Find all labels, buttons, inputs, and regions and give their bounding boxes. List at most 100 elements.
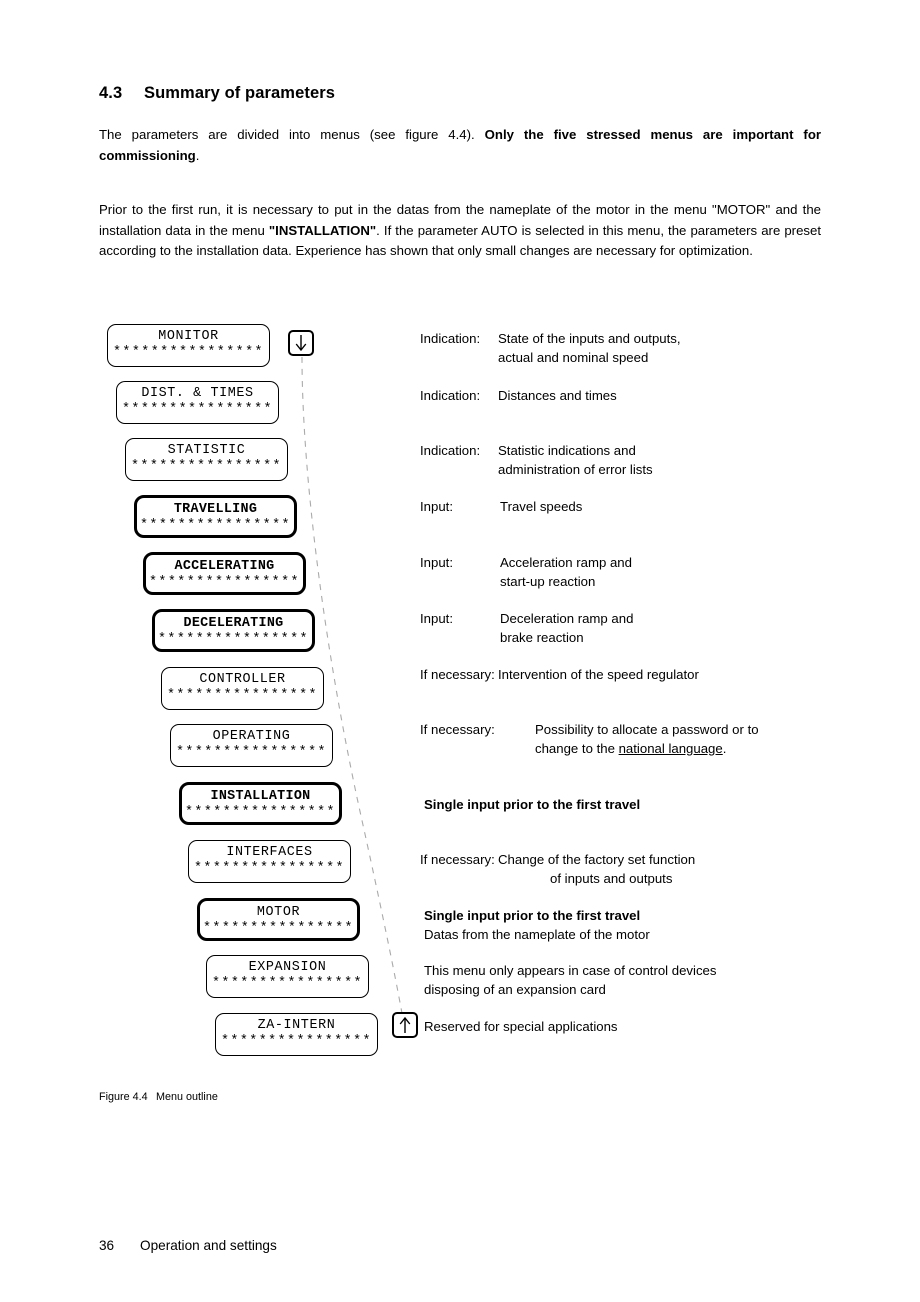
description-label: Indication:: [420, 331, 481, 346]
description-text: Distances and times: [498, 386, 617, 405]
menu-box-label: DIST. & TIMES: [141, 386, 254, 401]
menu-box-za-intern[interactable]: ZA-INTERN ****************: [215, 1013, 378, 1056]
description-line-1: Change of the factory set function: [498, 852, 696, 867]
description-text: Acceleration ramp and start-up reaction: [500, 553, 632, 591]
menu-box-stars: ****************: [113, 345, 264, 360]
para1-part-c: .: [195, 147, 200, 163]
menu-box-label: ACCELERATING: [174, 559, 275, 574]
intro-paragraph-2: Prior to the first run, it is necessary …: [99, 200, 821, 262]
description-line-1: This menu only appears in case of contro…: [424, 963, 717, 978]
description-row: Reserved for special applications: [424, 1017, 618, 1036]
menu-box-operating[interactable]: OPERATING ****************: [170, 724, 333, 767]
figure-caption-text: Menu outline: [156, 1091, 218, 1103]
menu-box-stars: ****************: [131, 459, 282, 474]
menu-box-monitor[interactable]: MONITOR ****************: [107, 324, 270, 367]
description-line-1: Possibility to allocate a password or to: [535, 722, 759, 737]
menu-box-stars: ****************: [122, 402, 273, 417]
description-line-1: Travel speeds: [500, 499, 583, 514]
description-row: Single input prior to the first travel: [424, 795, 640, 814]
menu-box-stars: ****************: [212, 976, 363, 991]
arrow-down-icon: [288, 330, 314, 356]
menu-box-stars: ****************: [167, 688, 318, 703]
menu-box-label: ZA-INTERN: [257, 1018, 336, 1033]
description-line-2: disposing of an expansion card: [424, 982, 606, 997]
figure-menu-outline: MONITOR **************** DIST. & TIMES ***…: [0, 0, 920, 1302]
description-row: Input: Deceleration ramp and brake reactio…: [420, 609, 633, 647]
description-line-2: Datas from the nameplate of the motor: [424, 927, 650, 942]
description-line-2: administration of error lists: [498, 462, 653, 477]
description-row: If necessary: Possibility to allocate a p…: [420, 720, 759, 758]
description-text: Travel speeds: [500, 497, 582, 516]
description-text: Reserved for special applications: [424, 1017, 618, 1036]
menu-box-label: OPERATING: [212, 729, 291, 744]
menu-box-expansion[interactable]: EXPANSION ****************: [206, 955, 369, 998]
description-line-1: Single input prior to the first travel: [424, 908, 641, 923]
description-line-2: change to the national language.: [535, 739, 759, 758]
menu-box-stars: ****************: [149, 575, 300, 590]
menu-box-stars: ****************: [176, 745, 327, 760]
description-line-1: Reserved for special applications: [424, 1019, 618, 1034]
menu-box-motor[interactable]: MOTOR ****************: [197, 898, 360, 941]
description-label: If necessary:: [420, 852, 495, 867]
menu-box-label: DECELERATING: [183, 616, 284, 631]
description-row: If necessary: Intervention of the speed r…: [420, 665, 699, 684]
arrow-up-icon: [392, 1012, 418, 1038]
menu-box-label: INTERFACES: [226, 845, 313, 860]
description-line-2-post: .: [722, 741, 727, 756]
menu-box-label: EXPANSION: [248, 960, 327, 975]
description-label: Input:: [420, 611, 453, 626]
menu-box-controller[interactable]: CONTROLLER ****************: [161, 667, 324, 710]
description-row: Input: Travel speeds: [420, 497, 582, 516]
description-line-1: Single input prior to the first travel: [424, 797, 641, 812]
description-line-1: Deceleration ramp and: [500, 611, 634, 626]
national-language-link[interactable]: national language: [619, 741, 723, 756]
description-text: Change of the factory set function of inp…: [498, 850, 695, 888]
menu-box-stars: ****************: [140, 518, 291, 533]
menu-box-travelling[interactable]: TRAVELLING ****************: [134, 495, 297, 538]
menu-box-label: MOTOR: [256, 905, 301, 920]
description-row: Indication: State of the inputs and outpu…: [420, 329, 681, 367]
page-footer: 36 Operation and settings: [99, 1238, 277, 1253]
menu-box-label: STATISTIC: [167, 443, 246, 458]
description-line-1: Intervention of the speed regulator: [498, 667, 699, 682]
menu-box-installation[interactable]: INSTALLATION ****************: [179, 782, 342, 825]
description-line-1: State of the inputs and outputs,: [498, 331, 681, 346]
menu-box-stars: ****************: [221, 1034, 372, 1049]
menu-box-dist-times[interactable]: DIST. & TIMES ****************: [116, 381, 279, 424]
figure-caption: Figure 4.4 Menu outline: [99, 1091, 218, 1103]
description-text: Intervention of the speed regulator: [498, 665, 699, 684]
description-text: Possibility to allocate a password or to…: [535, 720, 759, 758]
section-number: 4.3: [99, 84, 123, 102]
description-text: Statistic indications and administration …: [498, 441, 653, 479]
section-title: Summary of parameters: [144, 84, 336, 102]
menu-box-statistic[interactable]: STATISTIC ****************: [125, 438, 288, 481]
page-number: 36: [99, 1238, 115, 1253]
description-label: Indication:: [420, 388, 481, 403]
description-line-2-pre: change to the: [535, 741, 619, 756]
menu-box-decelerating[interactable]: DECELERATING ****************: [152, 609, 315, 652]
para1-part-a: The parameters are divided into menus (s…: [99, 127, 485, 142]
menu-box-stars: ****************: [194, 861, 345, 876]
page-title: 4.3 Summary of parameters: [99, 84, 335, 103]
description-row: Indication: Distances and times: [420, 386, 617, 405]
description-label: Input:: [420, 555, 453, 570]
menu-box-stars: ****************: [158, 632, 309, 647]
description-line-1: Distances and times: [498, 388, 617, 403]
page-footer-text: Operation and settings: [140, 1238, 277, 1253]
description-line-2: actual and nominal speed: [498, 350, 649, 365]
description-line-2: brake reaction: [500, 630, 584, 645]
menu-box-interfaces[interactable]: INTERFACES ****************: [188, 840, 351, 883]
description-text: Single input prior to the first travel Da…: [424, 906, 650, 944]
menu-box-label: MONITOR: [158, 329, 219, 344]
description-text: Single input prior to the first travel: [424, 795, 640, 814]
description-text: This menu only appears in case of contro…: [424, 961, 716, 999]
menu-box-accelerating[interactable]: ACCELERATING ****************: [143, 552, 306, 595]
description-label: Indication:: [420, 443, 481, 458]
para2-emphasis: "INSTALLATION": [268, 222, 377, 238]
description-text: Deceleration ramp and brake reaction: [500, 609, 633, 647]
description-line-2: of inputs and outputs: [550, 871, 673, 886]
menu-box-stars: ****************: [185, 805, 336, 820]
description-row: If necessary: Change of the factory set f…: [420, 850, 695, 888]
figure-caption-number: Figure 4.4: [99, 1091, 148, 1103]
description-label: Input:: [420, 499, 453, 514]
